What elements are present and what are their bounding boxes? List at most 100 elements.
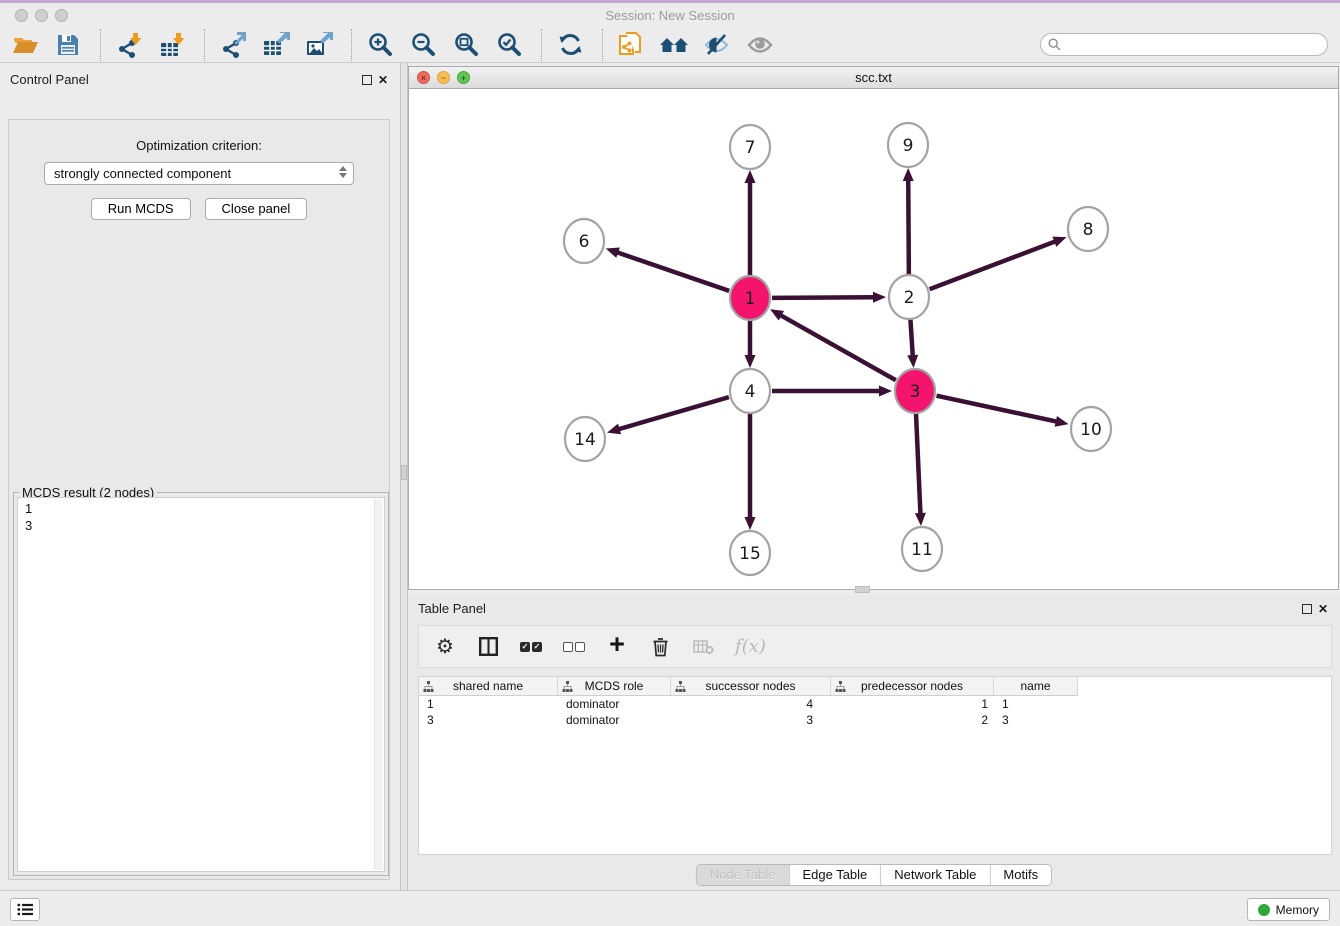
export-table-icon[interactable] [261, 30, 291, 60]
column-tree-icon [423, 681, 434, 692]
zoom-out-icon[interactable] [408, 30, 438, 60]
vertical-splitter[interactable] [400, 63, 408, 890]
import-network-icon[interactable] [114, 30, 144, 60]
node-14[interactable]: 14 [565, 417, 605, 461]
optimization-criterion-value: strongly connected component [54, 166, 231, 181]
node-2[interactable]: 2 [889, 275, 929, 319]
column-header-MCDS-role[interactable]: MCDS role [558, 677, 671, 696]
svg-text:2: 2 [904, 288, 915, 308]
run-mcds-button[interactable]: Run MCDS [91, 198, 191, 220]
zoom-selected-icon[interactable] [494, 30, 524, 60]
tab-edge-table[interactable]: Edge Table [788, 865, 880, 885]
zoom-fit-icon[interactable] [451, 30, 481, 60]
table-cell: 1 [994, 697, 1078, 711]
nested-networks-icon[interactable] [659, 30, 689, 60]
refresh-layout-icon[interactable] [555, 30, 585, 60]
search-icon [1048, 38, 1061, 51]
optimization-criterion-select[interactable]: strongly connected component [44, 162, 354, 185]
column-header-name[interactable]: name [994, 677, 1078, 696]
column-header-successor-nodes[interactable]: successor nodes [671, 677, 831, 696]
node-11[interactable]: 11 [902, 527, 942, 571]
network-window-titlebar[interactable]: × − + scc.txt [409, 67, 1338, 89]
table-row[interactable]: 3dominator323 [419, 712, 1331, 728]
edge-4-3[interactable] [772, 386, 892, 397]
optimization-criterion-label: Optimization criterion: [9, 138, 389, 153]
node-8[interactable]: 8 [1068, 207, 1108, 251]
search-field[interactable] [1040, 33, 1328, 56]
edge-3-1[interactable] [770, 309, 896, 380]
node-3[interactable]: 3 [895, 369, 935, 413]
edge-1-4[interactable] [745, 320, 756, 368]
close-panel-icon[interactable]: ✕ [378, 74, 388, 86]
node-9[interactable]: 9 [888, 123, 928, 167]
edge-1-7[interactable] [745, 170, 756, 276]
tab-network-table[interactable]: Network Table [880, 865, 989, 885]
node-6[interactable]: 6 [564, 219, 604, 263]
horizontal-splitter-handle[interactable] [855, 586, 870, 593]
table-cell: 4 [671, 697, 831, 711]
save-session-icon[interactable] [53, 30, 83, 60]
close-panel-button[interactable]: Close panel [205, 198, 308, 220]
column-header-predecessor-nodes[interactable]: predecessor nodes [831, 677, 994, 696]
mcds-panel: Optimization criterion: strongly connect… [8, 119, 390, 880]
toolbar-separator [204, 29, 206, 61]
show-graphics-details-icon[interactable] [745, 30, 775, 60]
edge-3-10[interactable] [937, 396, 1069, 427]
close-table-panel-icon[interactable]: ✕ [1318, 603, 1328, 615]
splitter-handle[interactable] [401, 465, 407, 480]
gear-icon[interactable]: ⚙ [434, 635, 456, 659]
node-15[interactable]: 15 [730, 531, 770, 575]
network-file-title: scc.txt [409, 70, 1338, 85]
tab-node-table[interactable]: Node Table [697, 865, 789, 885]
status-bar: Memory [0, 890, 1340, 926]
edge-1-2[interactable] [772, 292, 886, 303]
function-builder-icon: f(x) [735, 635, 766, 659]
search-input[interactable] [1061, 37, 1327, 53]
svg-text:15: 15 [739, 544, 761, 564]
svg-text:1: 1 [745, 289, 756, 309]
trash-icon[interactable] [649, 635, 671, 659]
table-row[interactable]: 1dominator411 [419, 696, 1331, 712]
column-header-shared-name[interactable]: shared name [419, 677, 558, 696]
mcds-result-scrollbar[interactable] [374, 499, 383, 870]
edge-4-15[interactable] [745, 413, 756, 530]
table-panel-title: Table Panel [418, 601, 486, 616]
edge-3-11[interactable] [915, 413, 926, 526]
edge-2-9[interactable] [903, 168, 914, 275]
hide-graphics-details-icon[interactable] [702, 30, 732, 60]
clone-network-icon[interactable] [616, 30, 646, 60]
memory-button[interactable]: Memory [1247, 898, 1330, 921]
edge-4-14[interactable] [607, 397, 729, 434]
svg-text:4: 4 [745, 382, 756, 402]
task-history-button[interactable] [10, 898, 40, 921]
edge-2-8[interactable] [930, 237, 1067, 290]
mcds-result-area[interactable]: 1 3 [17, 497, 385, 872]
tab-motifs[interactable]: Motifs [989, 865, 1051, 885]
float-panel-icon[interactable] [362, 75, 372, 85]
select-stepper-icon [339, 166, 347, 178]
network-view-window: × − + scc.txt 1 2 3 4 6 7 8 9 10 11 14 15 [408, 66, 1339, 590]
add-icon[interactable]: + [606, 633, 628, 657]
zoom-in-icon[interactable] [365, 30, 395, 60]
export-network-icon[interactable] [218, 30, 248, 60]
node-10[interactable]: 10 [1071, 407, 1111, 451]
export-image-icon[interactable] [304, 30, 334, 60]
node-7[interactable]: 7 [730, 125, 770, 169]
node-1[interactable]: 1 [730, 276, 770, 320]
open-file-icon[interactable] [10, 30, 40, 60]
select-all-icon[interactable]: ✓✓ [520, 635, 542, 659]
network-canvas[interactable]: 1 2 3 4 6 7 8 9 10 11 14 15 [409, 89, 1338, 590]
table-cell: 3 [671, 713, 831, 727]
column-view-icon[interactable] [477, 635, 499, 659]
float-table-panel-icon[interactable] [1302, 604, 1312, 614]
edge-1-6[interactable] [606, 247, 729, 290]
import-table-icon[interactable] [157, 30, 187, 60]
list-icon [17, 903, 33, 916]
delete-column-icon [692, 635, 714, 659]
edge-2-3[interactable] [907, 319, 918, 368]
unselect-all-icon[interactable] [563, 635, 585, 659]
node-4[interactable]: 4 [730, 369, 770, 413]
node-table: shared nameMCDS rolesuccessor nodesprede… [418, 676, 1332, 855]
column-tree-icon [675, 681, 686, 692]
table-cell: 1 [831, 697, 994, 711]
